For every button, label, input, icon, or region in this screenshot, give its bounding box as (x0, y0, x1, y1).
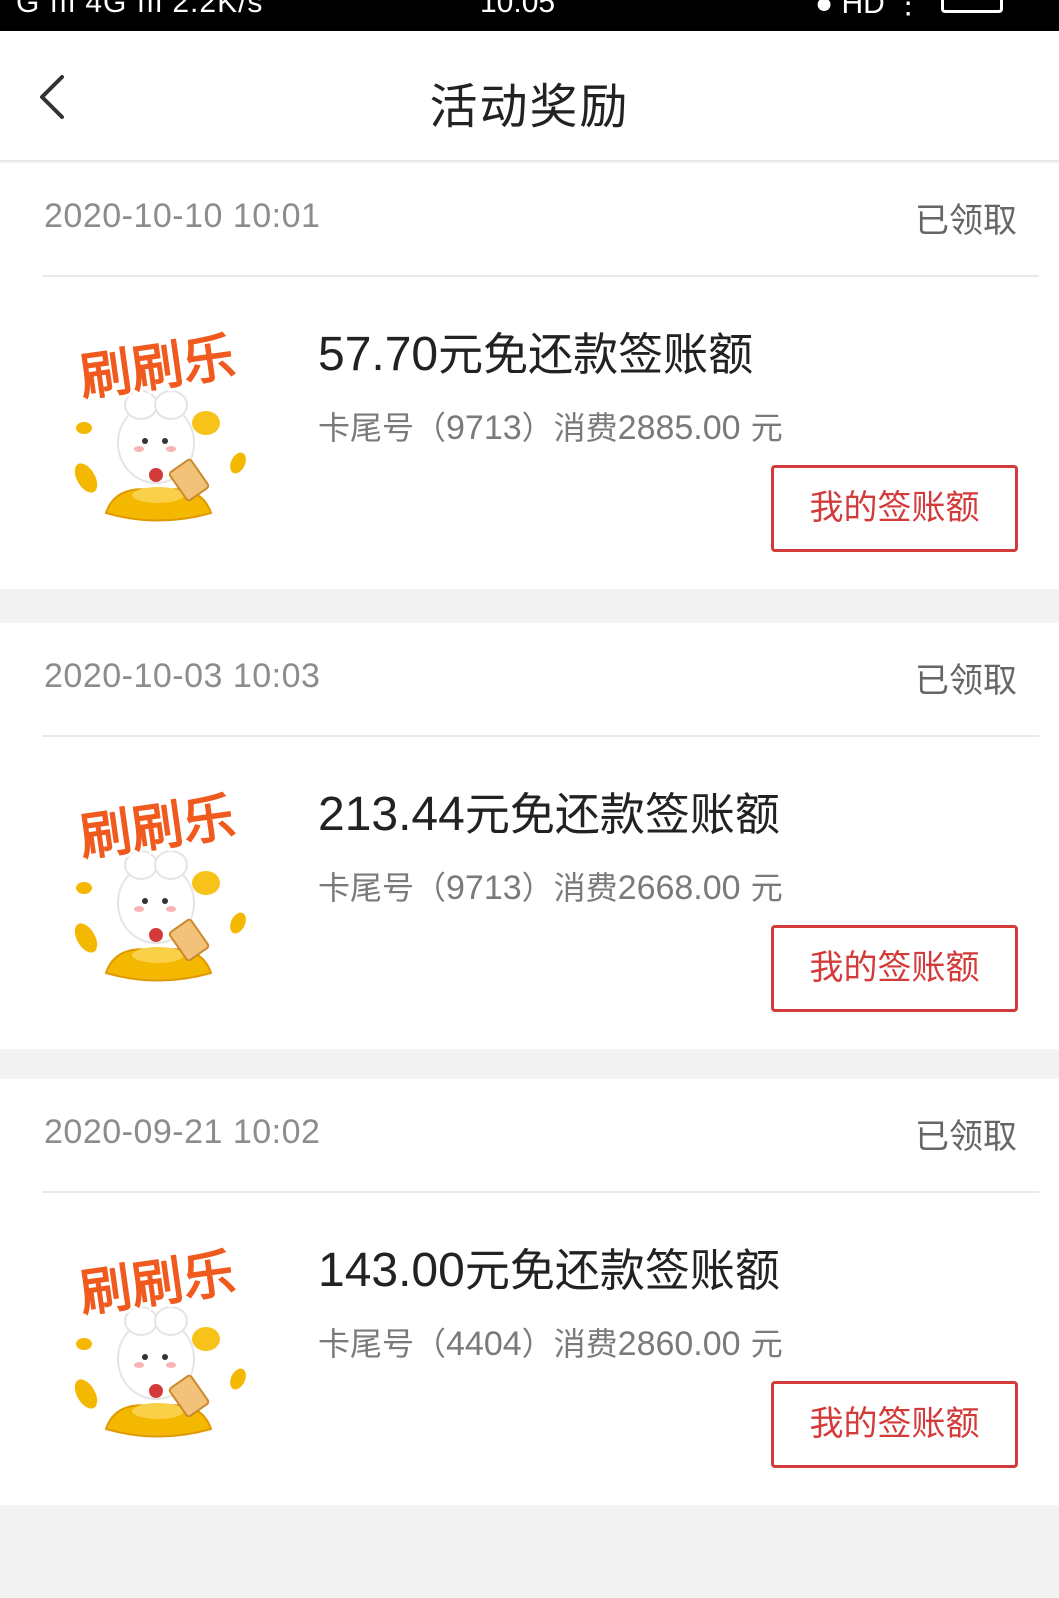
reward-date: 2020-10-10 10:01 (44, 197, 321, 235)
reward-title: 143.00元免还款签账额 (318, 1234, 780, 1299)
reward-description: 卡尾号（4404）消费2860.00 元 (318, 1319, 783, 1365)
claim-status: 已领取 (915, 661, 1017, 701)
spend-label: ）消费 (521, 409, 618, 447)
status-icons: ● HD ⋮ (815, 0, 1004, 21)
spend-amount: 2860.00 (617, 1325, 741, 1363)
reward-date: 2020-10-03 10:03 (44, 657, 321, 695)
reward-description: 卡尾号（9713）消费2885.00 元 (318, 403, 783, 449)
reward-date: 2020-09-21 10:02 (44, 1113, 321, 1151)
claim-status: 已领取 (915, 201, 1017, 241)
reward-description: 卡尾号（9713）消费2668.00 元 (318, 863, 783, 909)
reward-title-suffix: 元免还款签账额 (438, 328, 754, 381)
spend-label: ）消费 (521, 1325, 618, 1363)
reward-amount: 143.00 (318, 1244, 465, 1297)
promo-logo-text: 刷刷乐 (76, 787, 239, 868)
my-credit-button[interactable]: 我的签账额 (771, 1381, 1018, 1468)
reward-amount: 213.44 (318, 788, 465, 841)
reward-title: 213.44元免还款签账额 (318, 778, 780, 843)
card-tail-label: 卡尾号（ (318, 1325, 447, 1363)
shuashuale-promo-image: 刷刷乐 (73, 324, 246, 522)
card-tail-number: 4404 (446, 1325, 522, 1363)
promo-logo-text: 刷刷乐 (76, 1243, 239, 1324)
card-tail-label: 卡尾号（ (318, 869, 447, 907)
spend-amount: 2885.00 (617, 409, 741, 447)
status-bar: G ııl 4G ııl 2.2K/s 10:05 ● HD ⋮ (0, 0, 1059, 31)
my-credit-button[interactable]: 我的签账额 (771, 465, 1018, 552)
divider (42, 275, 1039, 277)
currency-unit: 元 (740, 409, 783, 447)
promo-logo-text: 刷刷乐 (76, 327, 239, 408)
reward-card: 2020-10-10 10:01 已领取 刷刷乐 57.70元免还款签账额 卡尾… (0, 163, 1059, 589)
page-title: 活动奖励 (429, 79, 630, 135)
spend-amount: 2668.00 (617, 869, 741, 907)
reward-title-suffix: 元免还款签账额 (464, 1244, 780, 1297)
mascot-icon (117, 850, 210, 962)
spend-label: ）消费 (521, 869, 618, 907)
mascot-icon (117, 390, 210, 502)
divider (42, 735, 1039, 737)
wifi-icon: ⋮ (893, 0, 924, 20)
hd-indicator: ● HD (815, 0, 885, 20)
claim-status: 已领取 (915, 1117, 1017, 1157)
currency-unit: 元 (740, 869, 783, 907)
currency-unit: 元 (740, 1325, 783, 1363)
nav-bar: 活动奖励 (0, 31, 1059, 161)
mascot-icon (117, 1306, 210, 1418)
signal-info: G ııl 4G ııl 2.2K/s (16, 0, 264, 19)
card-tail-number: 9713 (446, 409, 522, 447)
reward-card: 2020-10-03 10:03 已领取 刷刷乐 213.44元免还款签账额 卡… (0, 623, 1059, 1049)
reward-title-suffix: 元免还款签账额 (464, 788, 780, 841)
reward-title: 57.70元免还款签账额 (318, 318, 753, 383)
my-credit-button[interactable]: 我的签账额 (771, 925, 1018, 1012)
shuashuale-promo-image: 刷刷乐 (73, 784, 246, 982)
clock: 10:05 (480, 0, 556, 19)
reward-amount: 57.70 (318, 328, 439, 381)
shuashuale-promo-image: 刷刷乐 (73, 1240, 246, 1438)
reward-card: 2020-09-21 10:02 已领取 刷刷乐 143.00元免还款签账额 卡… (0, 1079, 1059, 1505)
battery-icon (941, 0, 1004, 14)
divider (42, 1191, 1039, 1193)
card-tail-label: 卡尾号（ (318, 409, 447, 447)
card-tail-number: 9713 (446, 869, 522, 907)
